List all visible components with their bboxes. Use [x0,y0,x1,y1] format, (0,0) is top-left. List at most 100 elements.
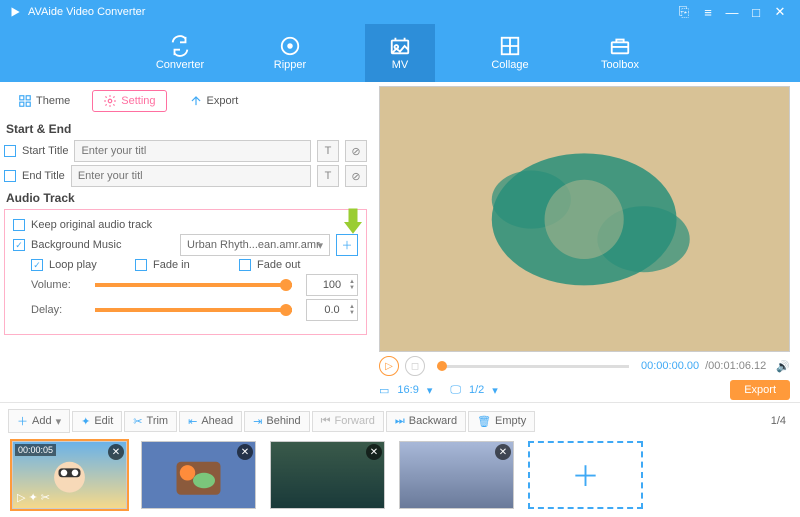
bgm-file-value: Urban Rhyth...ean.amr.amr [187,239,320,251]
volume-icon[interactable]: 🔊 [776,360,790,373]
loop-label: Loop play [49,259,129,271]
gear-icon [103,94,117,108]
nav-converter-label: Converter [156,59,204,71]
preview-canvas [379,86,790,352]
nav-mv[interactable]: MV [365,24,435,82]
window-minimize-button[interactable]: — [720,5,744,20]
start-title-row: Start Title T ⊘ [4,140,367,162]
play-button[interactable]: ▷ [379,356,399,376]
section-audio-track: Audio Track [6,191,367,205]
tab-theme[interactable]: Theme [8,90,80,112]
converter-icon [169,35,191,57]
keep-original-label: Keep original audio track [31,219,152,231]
delay-label: Delay: [31,304,81,316]
volume-value[interactable]: 100▲▼ [306,274,358,296]
end-title-clear-button[interactable]: ⊘ [345,165,367,187]
bgm-label: Background Music [31,239,174,251]
fadein-label: Fade in [153,259,233,271]
clip-thumbnails: 00:00:05 ✕ ▷ ✦ ✂ ✕ ✕ ✕ ＋ [8,433,792,517]
nav-mv-label: MV [392,59,409,71]
end-title-checkbox[interactable] [4,170,16,182]
delay-slider[interactable] [95,308,292,312]
window-close-button[interactable]: ✕ [768,4,792,20]
loop-checkbox[interactable] [31,259,43,271]
nav-ripper-label: Ripper [274,59,306,71]
preview-image [441,127,727,312]
clip-thumbnail-3[interactable]: ✕ [270,441,385,509]
aspect-dropdown-icon[interactable]: ▾ [427,384,433,397]
clip-thumbnail-4[interactable]: ✕ [399,441,514,509]
end-title-input[interactable] [71,165,311,187]
tab-export[interactable]: Export [179,90,249,112]
ahead-button[interactable]: ⇤Ahead [179,411,242,432]
add-clip-button[interactable]: ＋ [528,441,643,509]
nav-toolbox-label: Toolbox [601,59,639,71]
start-title-clear-button[interactable]: ⊘ [345,140,367,162]
export-button[interactable]: Export [730,380,790,400]
fadein-checkbox[interactable] [135,259,147,271]
top-nav: Converter Ripper MV Collage Toolbox [0,24,800,82]
callout-arrow-icon [344,208,362,236]
clip-2-remove-button[interactable]: ✕ [237,444,253,460]
behind-button[interactable]: ⇥Behind [244,411,309,432]
player-controls: ▷ ◻ 00:00:00.00/00:01:06.12 🔊 [379,352,790,380]
clip-thumbnail-1[interactable]: 00:00:05 ✕ ▷ ✦ ✂ [12,441,127,509]
stop-button[interactable]: ◻ [405,356,425,376]
clip-3-remove-button[interactable]: ✕ [366,444,382,460]
collage-icon [499,35,521,57]
progress-bar[interactable] [437,365,629,368]
nav-ripper[interactable]: Ripper [255,24,325,82]
fadeout-label: Fade out [257,259,300,271]
preview-page: 1/2 [469,384,484,396]
clip-4-remove-button[interactable]: ✕ [495,444,511,460]
tab-setting[interactable]: Setting [92,90,166,112]
nav-collage[interactable]: Collage [475,24,545,82]
menu-icon[interactable]: ≡ [696,5,720,20]
empty-button[interactable]: 🗑Empty [468,411,535,432]
bgm-checkbox[interactable] [13,239,25,251]
forward-button: ⏮Forward [312,411,384,432]
start-title-font-button[interactable]: T [317,140,339,162]
main-area: Theme Setting Export Start & End Start T… [0,82,800,402]
delay-value[interactable]: 0.0▲▼ [306,299,358,321]
clip-1-duration: 00:00:05 [15,444,56,456]
tab-theme-label: Theme [36,95,70,107]
tab-export-label: Export [207,95,239,107]
export-icon [189,94,203,108]
clip-page-count: 1/4 [771,415,792,427]
convert-queue-icon[interactable]: ⎘ [672,4,696,20]
start-title-label: Start Title [22,145,68,157]
keep-original-checkbox[interactable] [13,219,25,231]
start-title-checkbox[interactable] [4,145,16,157]
settings-tabs: Theme Setting Export [4,84,367,118]
aspect-value[interactable]: 16:9 [397,384,418,396]
nav-converter[interactable]: Converter [145,24,215,82]
add-button[interactable]: ＋Add▾ [8,409,70,433]
edit-button[interactable]: ✦Edit [72,411,122,432]
start-title-input[interactable] [74,140,311,162]
window-maximize-button[interactable]: □ [744,5,768,20]
bgm-add-button[interactable]: ＋ [336,234,358,256]
end-title-row: End Title T ⊘ [4,165,367,187]
preview-panel: ▷ ◻ 00:00:00.00/00:01:06.12 🔊 ▭ 16:9 ▾ 🖵… [375,82,800,402]
app-title: AVAide Video Converter [28,6,145,18]
bottom-bar: ＋Add▾ ✦Edit ✂Trim ⇤Ahead ⇥Behind ⏮Forwar… [0,402,800,517]
preview-page-dropdown-icon[interactable]: ▾ [492,384,498,397]
ripper-icon [279,35,301,57]
trim-button[interactable]: ✂Trim [124,411,177,432]
volume-slider[interactable] [95,283,292,287]
nav-collage-label: Collage [491,59,528,71]
volume-label: Volume: [31,279,81,291]
end-title-font-button[interactable]: T [317,165,339,187]
audio-track-box: Keep original audio track Background Mus… [4,209,367,335]
theme-icon [18,94,32,108]
toolbox-icon [609,35,631,57]
nav-toolbox[interactable]: Toolbox [585,24,655,82]
clip-1-remove-button[interactable]: ✕ [108,444,124,460]
backward-button[interactable]: ⏭Backward [386,411,466,432]
clip-thumbnail-2[interactable]: ✕ [141,441,256,509]
clip-1-overlay-controls[interactable]: ▷ ✦ ✂ [17,491,50,504]
bgm-file-dropdown[interactable]: Urban Rhyth...ean.amr.amr [180,234,330,256]
fadeout-checkbox[interactable] [239,259,251,271]
end-title-label: End Title [22,170,65,182]
